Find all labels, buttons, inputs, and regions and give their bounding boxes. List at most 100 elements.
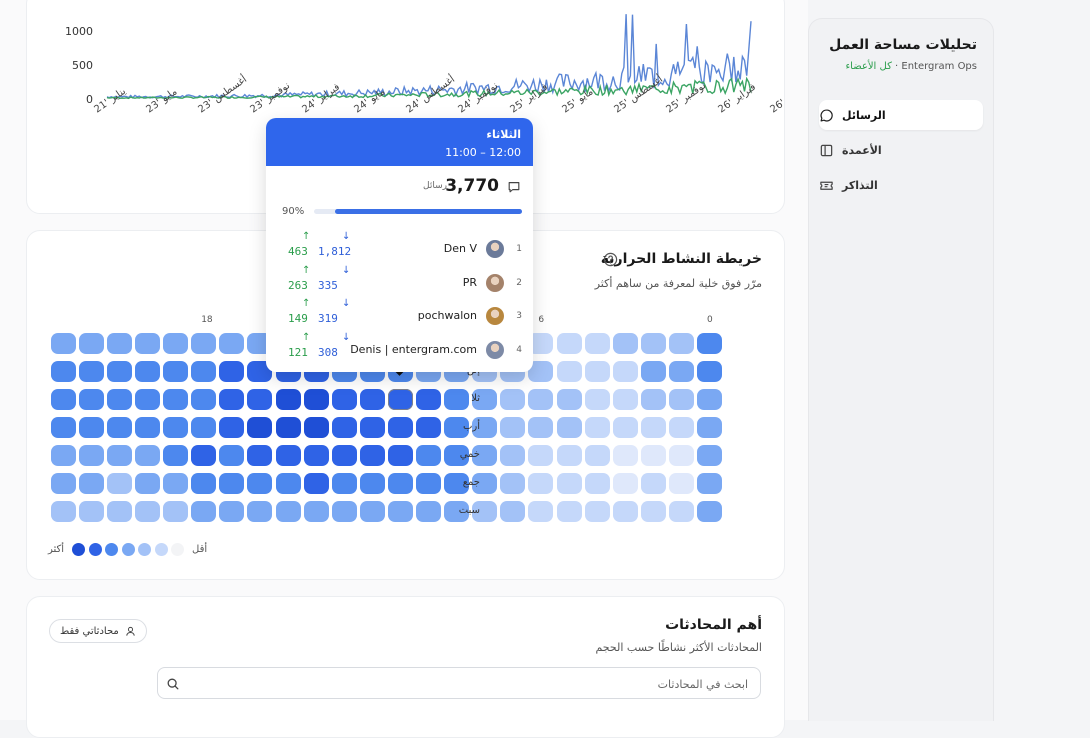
heatmap-cell[interactable] bbox=[331, 473, 357, 494]
sidebar-item-columns[interactable]: الأعمدة bbox=[819, 135, 983, 165]
heatmap-cell[interactable] bbox=[50, 501, 76, 522]
heatmap-cell[interactable] bbox=[640, 333, 666, 354]
heatmap-cell[interactable] bbox=[668, 361, 694, 382]
heatmap-cell[interactable] bbox=[163, 389, 189, 410]
heatmap-cell[interactable] bbox=[106, 361, 132, 382]
heatmap-cell[interactable] bbox=[387, 417, 413, 438]
heatmap-cell[interactable] bbox=[219, 473, 245, 494]
heatmap-cell[interactable] bbox=[219, 389, 245, 410]
heatmap-cell[interactable] bbox=[528, 501, 554, 522]
heatmap-cell[interactable] bbox=[303, 501, 329, 522]
conversation-search-input[interactable] bbox=[186, 674, 750, 694]
heatmap-cell[interactable] bbox=[135, 333, 160, 354]
heatmap-cell[interactable] bbox=[697, 333, 722, 354]
heatmap-cell[interactable] bbox=[359, 417, 385, 438]
heatmap-cell[interactable] bbox=[668, 473, 694, 494]
heatmap-cell[interactable] bbox=[612, 389, 638, 410]
heatmap-cell[interactable] bbox=[500, 445, 526, 466]
heatmap-cell[interactable] bbox=[416, 501, 441, 522]
heatmap-cell[interactable] bbox=[584, 501, 610, 522]
heatmap-cell[interactable] bbox=[106, 417, 132, 438]
heatmap-cell[interactable] bbox=[50, 473, 76, 494]
heatmap-cell[interactable] bbox=[50, 389, 76, 410]
heatmap-cell[interactable] bbox=[668, 389, 694, 410]
heatmap-cell[interactable] bbox=[191, 417, 217, 438]
heatmap-cell[interactable] bbox=[640, 473, 666, 494]
heatmap-cell[interactable] bbox=[303, 417, 329, 438]
heatmap-cell[interactable] bbox=[303, 473, 329, 494]
heatmap-cell[interactable] bbox=[500, 473, 526, 494]
heatmap-cell[interactable] bbox=[584, 361, 610, 382]
heatmap-cell[interactable] bbox=[612, 473, 638, 494]
heatmap-cell[interactable] bbox=[219, 333, 245, 354]
heatmap-cell[interactable] bbox=[331, 389, 357, 410]
heatmap-cell[interactable] bbox=[78, 361, 104, 382]
heatmap-cell[interactable] bbox=[640, 417, 666, 438]
heatmap-cell[interactable] bbox=[500, 417, 526, 438]
heatmap-cell[interactable] bbox=[416, 473, 441, 494]
heatmap-cell[interactable] bbox=[556, 473, 582, 494]
heatmap-cell[interactable] bbox=[528, 445, 554, 466]
heatmap-cell[interactable] bbox=[191, 445, 217, 466]
my-conversations-only-button[interactable]: محادثاتي فقط bbox=[49, 619, 147, 643]
heatmap-cell[interactable] bbox=[219, 445, 245, 466]
heatmap-cell[interactable] bbox=[556, 333, 582, 354]
heatmap-cell[interactable] bbox=[78, 417, 104, 438]
heatmap-cell[interactable] bbox=[668, 501, 694, 522]
heatmap-cell[interactable] bbox=[612, 501, 638, 522]
heatmap-cell[interactable] bbox=[219, 361, 245, 382]
heatmap-cell[interactable] bbox=[78, 389, 104, 410]
heatmap-cell[interactable] bbox=[697, 445, 722, 466]
heatmap-cell[interactable] bbox=[640, 445, 666, 466]
heatmap-cell[interactable] bbox=[50, 333, 76, 354]
heatmap-cell[interactable] bbox=[697, 501, 722, 522]
heatmap-cell[interactable] bbox=[640, 501, 666, 522]
heatmap-cell[interactable] bbox=[191, 501, 217, 522]
heatmap-cell[interactable] bbox=[612, 417, 638, 438]
heatmap-cell[interactable] bbox=[612, 361, 638, 382]
heatmap-cell[interactable] bbox=[78, 473, 104, 494]
heatmap-cell[interactable] bbox=[584, 417, 610, 438]
heatmap-cell[interactable] bbox=[135, 501, 160, 522]
heatmap-cell[interactable] bbox=[556, 501, 582, 522]
heatmap-cell[interactable] bbox=[387, 473, 413, 494]
heatmap-cell[interactable] bbox=[275, 501, 301, 522]
heatmap-cell[interactable] bbox=[416, 389, 441, 410]
heatmap-cell[interactable] bbox=[135, 417, 160, 438]
heatmap-cell[interactable] bbox=[697, 473, 722, 494]
heatmap-cell[interactable] bbox=[387, 389, 413, 410]
heatmap-cell[interactable] bbox=[191, 361, 217, 382]
heatmap-cell[interactable] bbox=[275, 389, 301, 410]
heatmap-cell[interactable] bbox=[640, 389, 666, 410]
heatmap-cell[interactable] bbox=[78, 333, 104, 354]
heatmap-cell[interactable] bbox=[163, 445, 189, 466]
heatmap-cell[interactable] bbox=[219, 501, 245, 522]
heatmap-cell[interactable] bbox=[697, 361, 722, 382]
conversation-search[interactable] bbox=[157, 667, 761, 699]
heatmap-cell[interactable] bbox=[106, 501, 132, 522]
heatmap-cell[interactable] bbox=[331, 445, 357, 466]
heatmap-cell[interactable] bbox=[106, 333, 132, 354]
heatmap-cell[interactable] bbox=[163, 501, 189, 522]
sidebar-item-tickets[interactable]: التذاكر bbox=[819, 170, 983, 200]
heatmap-cell[interactable] bbox=[303, 389, 329, 410]
heatmap-cell[interactable] bbox=[584, 445, 610, 466]
heatmap-cell[interactable] bbox=[50, 417, 76, 438]
heatmap-cell[interactable] bbox=[416, 445, 441, 466]
heatmap-cell[interactable] bbox=[247, 389, 273, 410]
heatmap-cell[interactable] bbox=[556, 361, 582, 382]
heatmap-cell[interactable] bbox=[247, 473, 273, 494]
heatmap-cell[interactable] bbox=[668, 445, 694, 466]
help-icon[interactable] bbox=[603, 252, 618, 271]
heatmap-cell[interactable] bbox=[135, 473, 160, 494]
heatmap-cell[interactable] bbox=[163, 473, 189, 494]
heatmap-cell[interactable] bbox=[528, 389, 554, 410]
heatmap-cell[interactable] bbox=[556, 389, 582, 410]
heatmap-cell[interactable] bbox=[275, 473, 301, 494]
heatmap-cell[interactable] bbox=[668, 333, 694, 354]
heatmap-cell[interactable] bbox=[500, 389, 526, 410]
heatmap-cell[interactable] bbox=[697, 417, 722, 438]
heatmap-cell[interactable] bbox=[697, 389, 722, 410]
heatmap-cell[interactable] bbox=[163, 417, 189, 438]
heatmap-cell[interactable] bbox=[275, 445, 301, 466]
